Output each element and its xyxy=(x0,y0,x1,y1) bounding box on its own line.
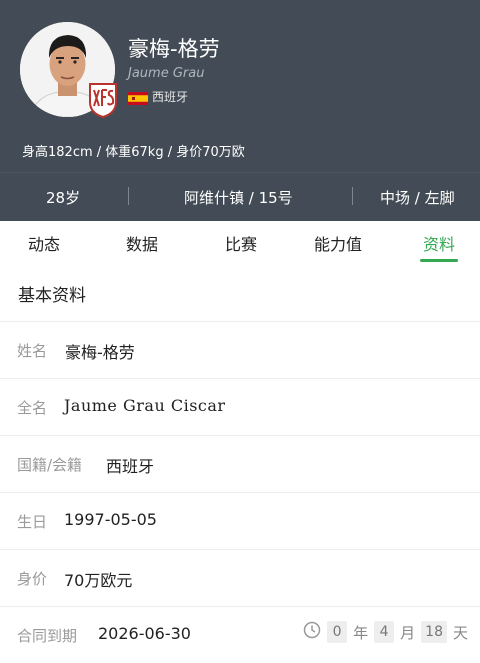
contract-countdown: 0 年 4 月 18 天 xyxy=(303,621,468,643)
stat-age: 28岁 xyxy=(46,189,81,207)
clock-icon xyxy=(303,621,321,643)
stats-bar: 28岁 阿维什镇 / 15号 中场 / 左脚 xyxy=(0,172,480,220)
detail-row-birthday: 生日 1997-05-05 xyxy=(0,493,480,549)
detail-value: 西班牙 xyxy=(106,457,155,476)
body-info: 身高182cm / 体重67kg / 身价70万欧 xyxy=(22,145,245,160)
detail-label: 生日 xyxy=(17,513,48,531)
section-title: 基本资料 xyxy=(18,286,86,306)
club-badge-icon xyxy=(88,82,118,119)
stat-position: 中场 / 左脚 xyxy=(380,189,455,207)
player-english-name: Jaume Grau xyxy=(128,66,205,81)
detail-value: 70万欧元 xyxy=(64,571,133,590)
tab-bar: 动态 数据 比赛 能力值 资料 xyxy=(0,221,480,265)
tab-active-indicator xyxy=(420,259,458,262)
detail-row-fullname: 全名 Jaume Grau Ciscar xyxy=(0,379,480,435)
countdown-years: 0 xyxy=(327,621,348,643)
detail-value: 1997-05-05 xyxy=(64,510,157,529)
stat-divider xyxy=(352,187,353,205)
detail-value: 豪梅-格劳 xyxy=(65,343,135,362)
detail-row-nationality: 国籍/会籍 西班牙 xyxy=(0,436,480,492)
stat-club[interactable]: 阿维什镇 / 15号 xyxy=(184,187,293,208)
countdown-months-unit: 月 xyxy=(400,623,416,642)
tab-matches[interactable]: 比赛 xyxy=(225,231,257,255)
detail-value: 2026-06-30 xyxy=(98,624,191,643)
spain-flag-icon xyxy=(128,90,148,105)
player-name: 豪梅-格劳 xyxy=(128,37,220,61)
tab-news[interactable]: 动态 xyxy=(28,231,60,255)
player-header: 豪梅-格劳 Jaume Grau 西班牙 身高182cm / 体重67kg / … xyxy=(0,0,480,221)
countdown-years-unit: 年 xyxy=(353,623,369,642)
stat-divider xyxy=(128,187,129,205)
countdown-months: 4 xyxy=(374,621,395,643)
detail-label: 全名 xyxy=(17,399,48,417)
detail-row-name: 姓名 豪梅-格劳 xyxy=(0,322,480,378)
detail-label: 合同到期 xyxy=(17,627,78,645)
nation-label: 西班牙 xyxy=(152,90,189,104)
detail-row-market-value: 身价 70万欧元 xyxy=(0,550,480,606)
countdown-days: 18 xyxy=(421,621,447,643)
tab-profile[interactable]: 资料 xyxy=(423,231,455,255)
detail-label: 姓名 xyxy=(17,342,48,360)
detail-label: 国籍/会籍 xyxy=(17,456,83,474)
tab-ability[interactable]: 能力值 xyxy=(314,231,362,255)
tab-data[interactable]: 数据 xyxy=(126,231,158,255)
detail-value: Jaume Grau Ciscar xyxy=(64,396,226,415)
detail-label: 身价 xyxy=(17,570,48,588)
countdown-days-unit: 天 xyxy=(452,623,468,642)
